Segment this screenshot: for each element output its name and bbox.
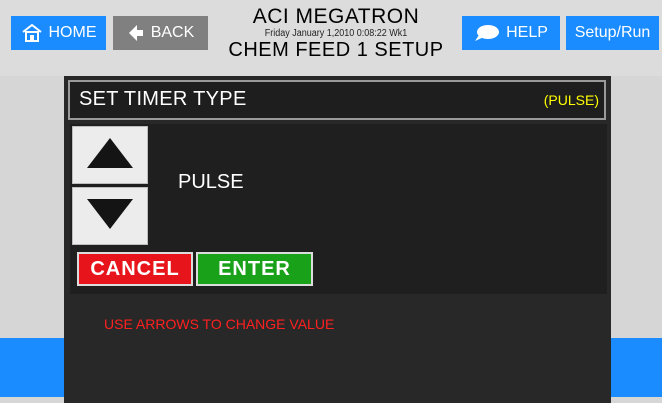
- home-icon: [21, 23, 43, 43]
- down-triangle-icon: [85, 197, 135, 236]
- screen-title: CHEM FEED 1 SETUP: [228, 39, 444, 61]
- home-button[interactable]: HOME: [11, 16, 106, 50]
- selected-value: PULSE: [178, 171, 244, 193]
- top-bar: HOME BACK ACI MEGATRON Friday January 1,…: [0, 0, 662, 76]
- bottom-nav-strip-right: [611, 338, 662, 397]
- help-button[interactable]: HELP: [462, 16, 560, 50]
- value-panel: PULSE CANCEL ENTER: [70, 124, 607, 294]
- setup-run-button[interactable]: Setup/Run: [566, 16, 659, 50]
- help-label: HELP: [506, 24, 548, 41]
- setup-run-label: Setup/Run: [574, 24, 651, 41]
- instruction-text: USE ARROWS TO CHANGE VALUE: [104, 316, 335, 332]
- home-label: HOME: [48, 24, 97, 41]
- timer-type-dialog: SET TIMER TYPE (PULSE) PULSE CANCEL ENTE…: [64, 76, 611, 403]
- decrement-button[interactable]: [72, 187, 148, 245]
- bottom-nav-strip-left: [0, 338, 64, 397]
- enter-button[interactable]: ENTER: [196, 252, 313, 286]
- back-label: BACK: [150, 24, 195, 41]
- app-title: ACI MEGATRON: [252, 5, 420, 28]
- current-value-badge: (PULSE): [543, 92, 599, 108]
- up-triangle-icon: [85, 136, 135, 175]
- back-button[interactable]: BACK: [113, 16, 208, 50]
- speech-bubble-icon: [474, 24, 500, 42]
- back-arrow-icon: [127, 23, 145, 43]
- increment-button[interactable]: [72, 126, 148, 184]
- dialog-header: SET TIMER TYPE (PULSE): [68, 80, 606, 120]
- cancel-button[interactable]: CANCEL: [77, 252, 193, 286]
- datetime-display: Friday January 1,2010 0:08:22 Wk1: [264, 28, 408, 39]
- title-block: ACI MEGATRON Friday January 1,2010 0:08:…: [214, 5, 458, 62]
- dialog-title: SET TIMER TYPE: [79, 88, 247, 110]
